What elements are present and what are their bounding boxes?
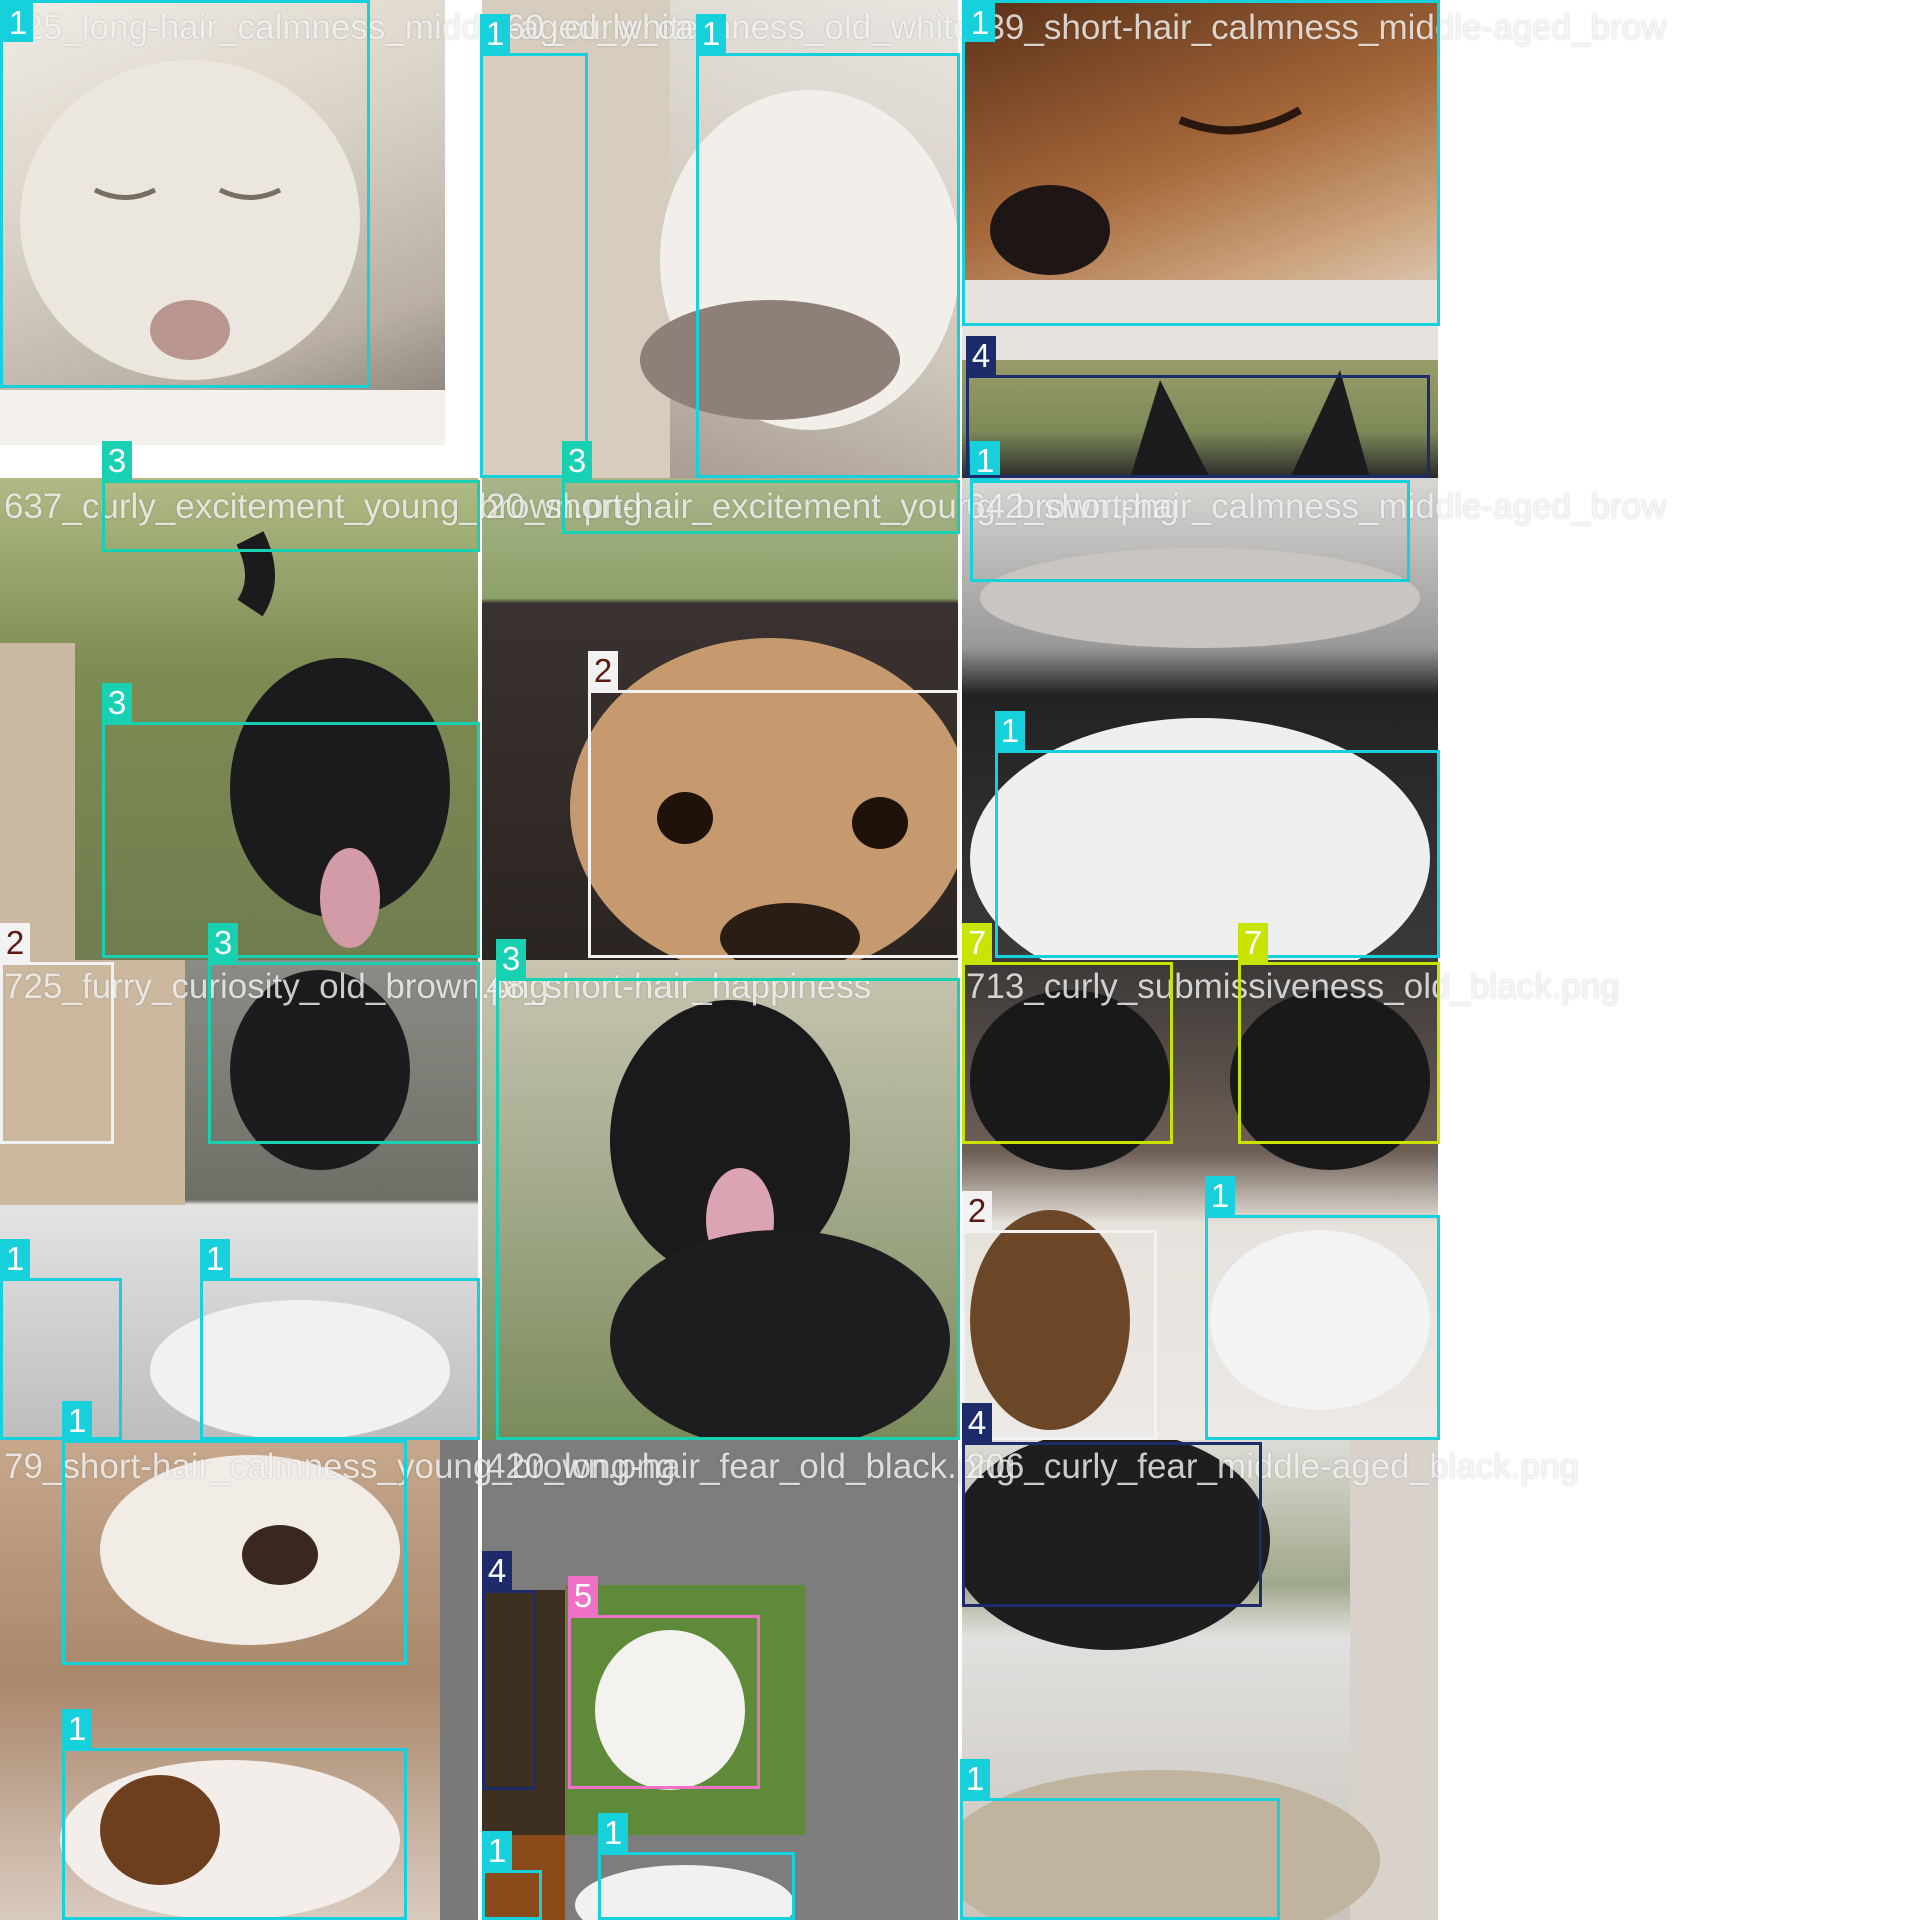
detection-box-class-1: 1 [960, 1759, 1280, 1920]
detection-box-class-2: 2 [0, 923, 114, 1144]
detection-box-class-7: 7 [1238, 923, 1440, 1144]
detection-box-class-1: 1 [0, 0, 370, 388]
detection-box-class-1: 1 [62, 1401, 407, 1665]
detection-box-class-1: 1 [970, 441, 1410, 582]
class-label: 1 [0, 1239, 30, 1278]
detection-box-class-5: 5 [568, 1576, 760, 1789]
class-label: 1 [995, 711, 1025, 750]
detection-box-class-3: 3 [562, 441, 960, 534]
class-label: 1 [482, 1831, 512, 1870]
detection-box-class-1: 1 [696, 14, 960, 478]
detection-box-class-1: 1 [1205, 1176, 1440, 1440]
class-label: 2 [588, 651, 618, 690]
detection-box-class-3: 3 [496, 939, 960, 1440]
class-label: 1 [3, 3, 33, 42]
detection-box-class-1: 1 [995, 711, 1440, 958]
class-label: 1 [200, 1239, 230, 1278]
class-label: 4 [966, 336, 996, 375]
detection-box-class-3: 3 [102, 441, 480, 552]
detection-box-class-1: 1 [0, 1239, 122, 1440]
detection-box-class-1: 1 [482, 1831, 542, 1920]
detection-box-class-2: 2 [588, 651, 960, 958]
class-label: 1 [598, 1813, 628, 1852]
detection-box-class-1: 1 [598, 1813, 795, 1920]
class-label: 1 [965, 3, 995, 42]
class-label: 4 [482, 1551, 512, 1590]
detection-box-class-3: 3 [102, 683, 480, 958]
detection-box-class-1: 1 [200, 1239, 480, 1440]
class-label: 7 [962, 923, 992, 962]
detection-box-class-1: 1 [480, 14, 588, 478]
class-label: 2 [0, 923, 30, 962]
class-label: 5 [568, 1576, 598, 1615]
detection-box-class-4: 4 [482, 1551, 536, 1790]
class-label: 3 [208, 923, 238, 962]
class-label: 3 [102, 683, 132, 722]
detection-box-class-1: 1 [962, 0, 1440, 326]
class-label: 1 [62, 1401, 92, 1440]
detection-box-class-4: 4 [966, 336, 1430, 478]
class-label: 2 [962, 1191, 992, 1230]
class-label: 7 [1238, 923, 1268, 962]
class-label: 1 [960, 1759, 990, 1798]
class-label: 3 [496, 939, 526, 978]
class-label: 1 [1205, 1176, 1235, 1215]
detection-box-class-4: 4 [962, 1403, 1262, 1607]
detection-box-class-7: 7 [962, 923, 1173, 1144]
filename-caption: 420_long-hair_fear_old_black.png [486, 1447, 1016, 1486]
class-label: 1 [62, 1709, 92, 1748]
detection-box-class-3: 3 [208, 923, 480, 1144]
detection-box-class-1: 1 [62, 1709, 407, 1920]
class-label: 3 [562, 441, 592, 480]
class-label: 4 [962, 1403, 992, 1442]
class-label: 1 [480, 14, 510, 53]
class-label: 3 [102, 441, 132, 480]
filename-caption: 160_curly_calmness_old_white [486, 8, 973, 47]
class-label: 1 [696, 14, 726, 53]
